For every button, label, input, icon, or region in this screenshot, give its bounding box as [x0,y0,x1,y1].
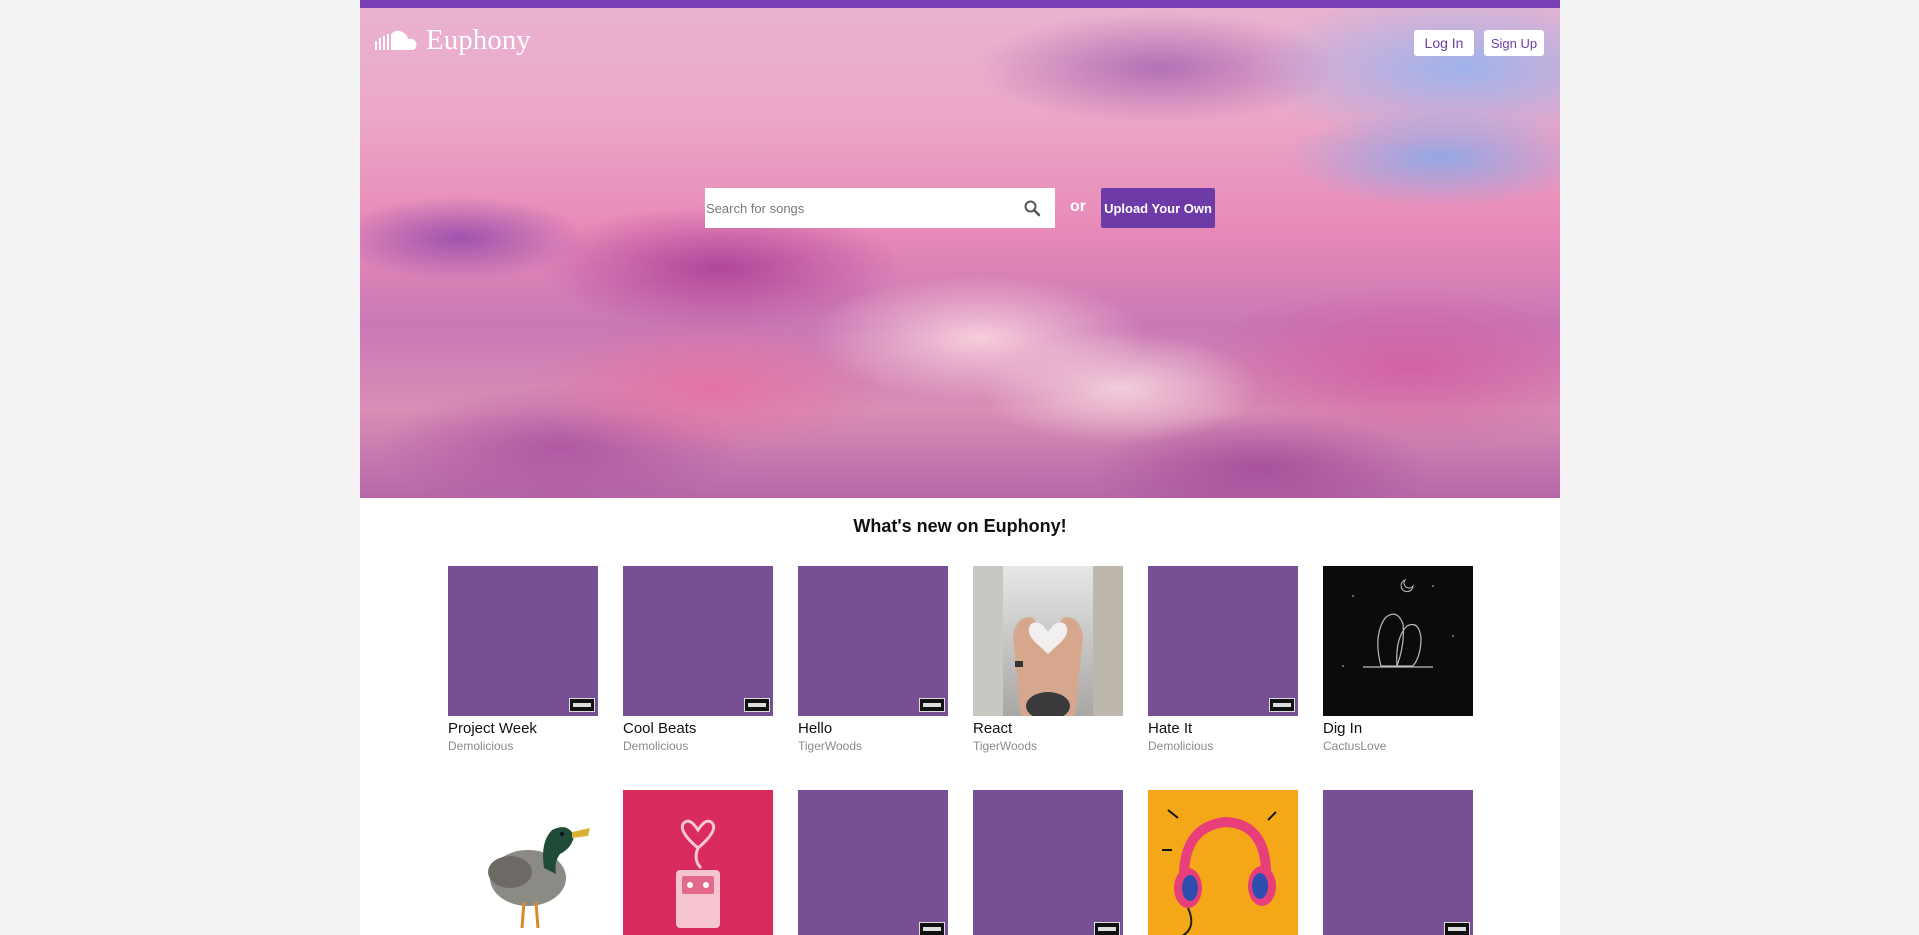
song-card[interactable]: Cool Beats Demolicious [623,566,773,753]
song-card[interactable] [1148,790,1298,935]
login-button[interactable]: Log In [1414,30,1474,56]
album-art[interactable] [1323,790,1473,935]
headphones-image [1148,790,1298,935]
song-artist[interactable]: Demolicious [1148,739,1298,753]
top-accent-bar [360,0,1560,8]
explicit-badge-icon [1269,698,1295,712]
brand-name: Euphony [426,23,531,56]
search-placeholder: Search for songs [706,200,805,216]
song-artist[interactable]: TigerWoods [798,739,948,753]
song-card[interactable]: Project Week Demolicious [448,566,598,753]
song-card[interactable] [973,790,1123,935]
album-art[interactable] [973,790,1123,935]
song-title[interactable]: Project Week [448,720,598,737]
song-card[interactable]: Hate It Demolicious [1148,566,1298,753]
search-icon[interactable] [1023,199,1041,217]
song-title[interactable]: Dig In [1323,720,1473,737]
album-art[interactable] [1323,566,1473,716]
album-art[interactable] [1148,566,1298,716]
explicit-badge-icon [919,922,945,935]
song-card[interactable]: React TigerWoods [973,566,1123,753]
album-art[interactable] [448,790,598,935]
album-art[interactable] [798,566,948,716]
song-title[interactable]: Cool Beats [623,720,773,737]
song-title[interactable]: React [973,720,1123,737]
cassette-heart-image [623,790,773,935]
explicit-badge-icon [1094,922,1120,935]
song-artist[interactable]: Demolicious [448,739,598,753]
song-artist[interactable]: TigerWoods [973,739,1123,753]
heart-hands-image [973,566,1123,716]
song-title[interactable]: Hate It [1148,720,1298,737]
explicit-badge-icon [744,698,770,712]
logo[interactable]: Euphony [374,20,531,60]
album-art[interactable] [973,566,1123,716]
explicit-badge-icon [569,698,595,712]
section-title: What's new on Euphony! [853,516,1067,536]
search-input[interactable]: Search for songs [705,188,1055,228]
album-art[interactable] [623,566,773,716]
explicit-badge-icon [1444,922,1470,935]
song-card[interactable]: Hello TigerWoods [798,566,948,753]
song-card[interactable] [623,790,773,935]
album-art[interactable] [448,566,598,716]
signup-button[interactable]: Sign Up [1484,30,1544,56]
album-art[interactable] [1148,790,1298,935]
song-card[interactable]: Dig In CactusLove [1323,566,1473,753]
song-card[interactable] [448,790,598,935]
hero-banner: Euphony Log In Sign Up Search for songs … [360,8,1560,498]
album-art[interactable] [623,790,773,935]
explicit-badge-icon [919,698,945,712]
song-artist[interactable]: Demolicious [623,739,773,753]
song-card[interactable] [1323,790,1473,935]
song-artist[interactable]: CactusLove [1323,739,1473,753]
album-art[interactable] [798,790,948,935]
song-card[interactable] [798,790,948,935]
duck-image [448,790,598,935]
song-title[interactable]: Hello [798,720,948,737]
night-sketch-image [1323,566,1473,716]
page: Euphony Log In Sign Up Search for songs … [360,0,1560,935]
cloud-icon [375,30,417,50]
upload-button[interactable]: Upload Your Own [1101,188,1215,228]
or-label: or [1070,198,1086,215]
